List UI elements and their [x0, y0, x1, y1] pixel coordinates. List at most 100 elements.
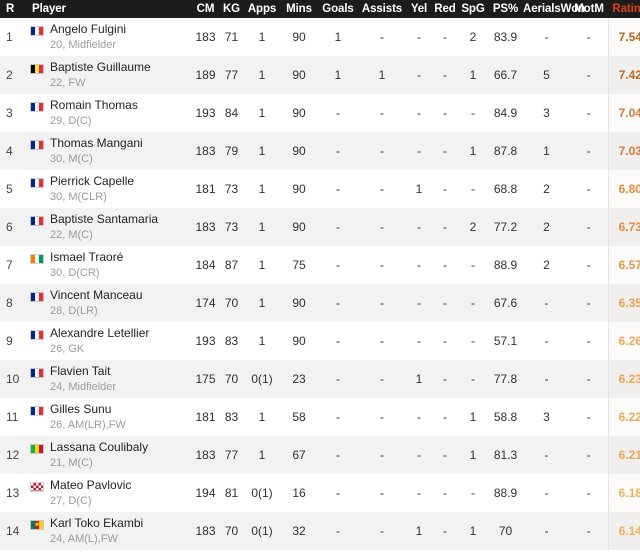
cell-goals: -	[336, 334, 340, 348]
cell-rank: 7	[6, 258, 13, 272]
cell-player[interactable]: Lassana Coulibaly 21, M(C)	[22, 436, 192, 474]
table-row[interactable]: 4 Thomas Mangani 30, M(C) 183 79 1 90 - - - - 1 87.8…	[0, 132, 640, 170]
cell-spg: -	[471, 106, 475, 120]
cell-motm: -	[586, 296, 591, 310]
cell-apps: 1	[258, 106, 266, 120]
player-name[interactable]: Gilles Sunu	[50, 402, 126, 417]
cell-player[interactable]: Baptiste Guillaume 22, FW	[22, 56, 192, 94]
cell-goals: -	[336, 448, 340, 462]
cell-ps: 67.6	[493, 296, 518, 310]
player-name[interactable]: Baptiste Guillaume	[50, 60, 151, 75]
cell-apps: 1	[258, 182, 266, 196]
cell-aerials: 5	[543, 68, 550, 82]
player-name[interactable]: Pierrick Capelle	[50, 174, 134, 189]
column-header-rank[interactable]: R	[0, 0, 22, 18]
player-name[interactable]: Angelo Fulgini	[50, 22, 126, 37]
cell-player[interactable]: Baptiste Santamaria 22, M(C)	[22, 208, 192, 246]
cell-ps: 81.3	[493, 448, 518, 462]
cell-apps: 0(1)	[251, 524, 273, 538]
table-row[interactable]: 7 Ismael Traoré 30, D(CR) 184 87 1 75 - - - - - 88.9…	[0, 246, 640, 284]
player-name[interactable]: Alexandre Letellier	[50, 326, 149, 341]
cell-aerials: 3	[543, 106, 550, 120]
flag-icon-france	[30, 139, 44, 150]
column-header-cm[interactable]: CM	[192, 0, 219, 18]
cell-cm: 193	[195, 334, 216, 348]
column-header-kg[interactable]: KG	[219, 0, 244, 18]
column-header-spg[interactable]: SpG	[458, 0, 488, 18]
cell-apps: 0(1)	[251, 372, 273, 386]
cell-cm: 194	[195, 486, 216, 500]
table-row[interactable]: 9 Alexandre Letellier 26, GK 193 83 1 90 - - - - - 5…	[0, 322, 640, 360]
cell-yel: 1	[415, 372, 423, 386]
cell-player[interactable]: Alexandre Letellier 26, GK	[22, 322, 192, 360]
column-header-ps[interactable]: PS%	[488, 0, 523, 18]
player-name[interactable]: Thomas Mangani	[50, 136, 143, 151]
cell-yel: -	[417, 106, 421, 120]
cell-rank: 5	[6, 182, 13, 196]
cell-player[interactable]: Pierrick Capelle 30, M(CLR)	[22, 170, 192, 208]
player-text: Lassana Coulibaly 21, M(C)	[50, 440, 148, 469]
table-row[interactable]: 8 Vincent Manceau 28, D(LR) 174 70 1 90 - - - - - 67…	[0, 284, 640, 322]
cell-goals: -	[336, 182, 340, 196]
cell-player[interactable]: Ismael Traoré 30, D(CR)	[22, 246, 192, 284]
cell-kg: 77	[224, 68, 239, 82]
player-text: Alexandre Letellier 26, GK	[50, 326, 149, 355]
cell-player[interactable]: Vincent Manceau 28, D(LR)	[22, 284, 192, 322]
player-name[interactable]: Ismael Traoré	[50, 250, 123, 265]
cell-ps: 68.8	[493, 182, 518, 196]
table-row[interactable]: 5 Pierrick Capelle 30, M(CLR) 181 73 1 90 - - 1 - -…	[0, 170, 640, 208]
cell-motm: -	[586, 144, 591, 158]
player-name[interactable]: Karl Toko Ekambi	[50, 516, 143, 531]
column-header-yel[interactable]: Yel	[406, 0, 432, 18]
table-row[interactable]: 14 ★ Karl Toko Ekambi 24, AM(L),FW 183 70 0(1)…	[0, 512, 640, 550]
column-header-goals[interactable]: Goals	[318, 0, 358, 18]
column-header-rating[interactable]: Rating	[608, 0, 640, 18]
table-row[interactable]: 2 Baptiste Guillaume 22, FW 189 77 1 90 1 1 - - 1 66…	[0, 56, 640, 94]
table-row[interactable]: 6 Baptiste Santamaria 22, M(C) 183 73 1 90 - - - -…	[0, 208, 640, 246]
table-row[interactable]: 10 Flavien Tait 24, Midfielder 175 70 0(1) 23 -…	[0, 360, 640, 398]
column-header-assists[interactable]: Assists	[358, 0, 406, 18]
cell-player[interactable]: Romain Thomas 29, D(C)	[22, 94, 192, 132]
cell-red: -	[443, 448, 447, 462]
cell-player[interactable]: ★ Karl Toko Ekambi 24, AM(L),FW	[22, 512, 192, 550]
table-row[interactable]: 1 Angelo Fulgini 20, Midfielder 183 71 1 90 1 - -…	[0, 18, 640, 56]
cell-ps: 57.1	[493, 334, 518, 348]
player-name[interactable]: Mateo Pavlovic	[50, 478, 131, 493]
player-cell: Alexandre Letellier 26, GK	[30, 326, 192, 355]
cell-ps: 58.8	[493, 410, 518, 424]
player-age-position: 24, AM(L),FW	[50, 532, 118, 545]
column-header-apps[interactable]: Apps	[244, 0, 280, 18]
cell-player[interactable]: Thomas Mangani 30, M(C)	[22, 132, 192, 170]
cell-motm: -	[586, 68, 591, 82]
cell-rank: 2	[6, 68, 13, 82]
column-header-red[interactable]: Red	[432, 0, 458, 18]
cell-rank: 12	[6, 448, 20, 462]
column-header-mins[interactable]: Mins	[280, 0, 318, 18]
cell-kg: 87	[224, 258, 239, 272]
cell-yel: -	[417, 68, 421, 82]
cell-ps: 83.9	[493, 30, 518, 44]
cell-kg: 73	[224, 182, 239, 196]
cell-player[interactable]: Angelo Fulgini 20, Midfielder	[22, 18, 192, 56]
player-name[interactable]: Vincent Manceau	[50, 288, 143, 303]
table-row[interactable]: 3 Romain Thomas 29, D(C) 193 84 1 90 - - - - - 84.9 3…	[0, 94, 640, 132]
player-name[interactable]: Lassana Coulibaly	[50, 440, 148, 455]
column-header-player[interactable]: Player	[22, 0, 192, 18]
cell-aerials: -	[544, 524, 549, 538]
cell-player[interactable]: Mateo Pavlovic 27, D(C)	[22, 474, 192, 512]
table-row[interactable]: 11 Gilles Sunu 26, AM(LR),FW 181 83 1 58 - - - - 1 5…	[0, 398, 640, 436]
column-header-motm[interactable]: MotM	[570, 0, 608, 18]
cell-mins: 16	[292, 486, 306, 500]
column-header-aerials-won[interactable]: AerialsWon	[523, 0, 585, 18]
cell-kg: 84	[224, 106, 239, 120]
cell-motm: -	[586, 30, 591, 44]
cell-player[interactable]: Gilles Sunu 26, AM(LR),FW	[22, 398, 192, 436]
cell-apps: 1	[258, 220, 266, 234]
cell-ps: 88.9	[493, 258, 518, 272]
player-name[interactable]: Baptiste Santamaria	[50, 212, 158, 227]
player-name[interactable]: Romain Thomas	[50, 98, 138, 113]
table-row[interactable]: 12 Lassana Coulibaly 21, M(C) 183 77 1 67 - - - - 1…	[0, 436, 640, 474]
cell-player[interactable]: Flavien Tait 24, Midfielder	[22, 360, 192, 398]
table-row[interactable]: 13 Mateo Pavlovic 27, D(C) 194 81 0(1) 16 - - - - -…	[0, 474, 640, 512]
player-name[interactable]: Flavien Tait	[50, 364, 116, 379]
